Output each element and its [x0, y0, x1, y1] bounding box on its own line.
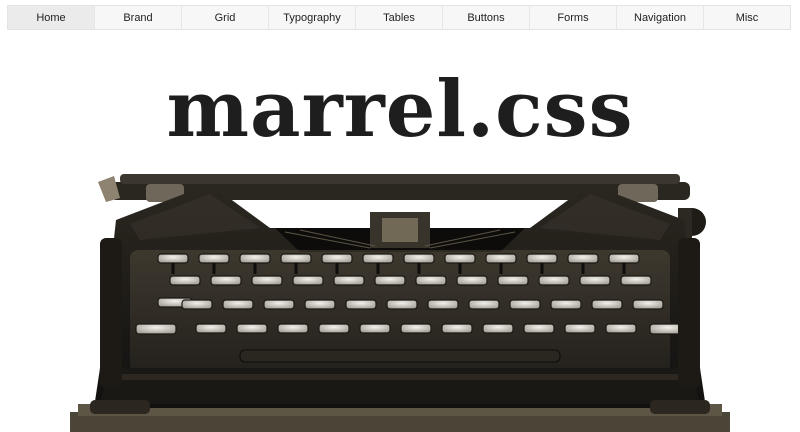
nav-item-navigation[interactable]: Navigation: [617, 6, 704, 29]
nav-item-brand[interactable]: Brand: [95, 6, 182, 29]
nav-item-typography[interactable]: Typography: [269, 6, 356, 29]
nav-item-forms[interactable]: Forms: [530, 6, 617, 29]
page-title: marrel.css: [166, 64, 634, 155]
top-navigation: Home Brand Grid Typography Tables Button…: [7, 5, 791, 30]
typewriter-image: [70, 168, 730, 432]
nav-item-misc[interactable]: Misc: [704, 6, 790, 29]
nav-item-grid[interactable]: Grid: [182, 6, 269, 29]
page: Home Brand Grid Typography Tables Button…: [0, 0, 800, 432]
nav-item-tables[interactable]: Tables: [356, 6, 443, 29]
nav-item-buttons[interactable]: Buttons: [443, 6, 530, 29]
nav-item-home[interactable]: Home: [8, 6, 95, 29]
